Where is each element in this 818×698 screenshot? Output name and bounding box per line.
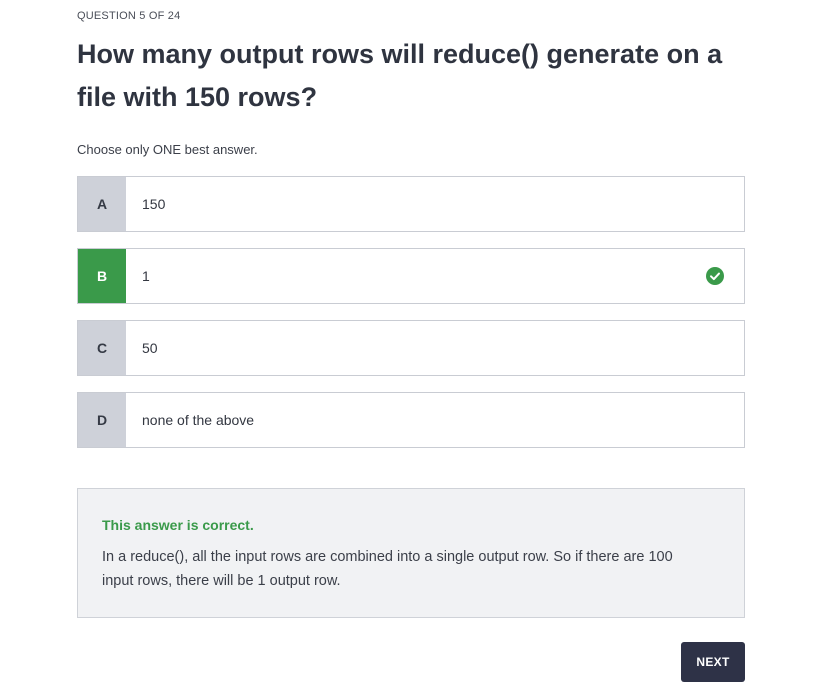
option-letter: B: [78, 249, 126, 303]
option-text: 1: [142, 268, 150, 284]
option-d[interactable]: D none of the above: [77, 392, 745, 448]
option-c[interactable]: C 50: [77, 320, 745, 376]
question-text: How many output rows will reduce() gener…: [77, 39, 723, 112]
option-text: 150: [142, 196, 166, 212]
option-letter: C: [78, 321, 126, 375]
option-b[interactable]: B 1: [77, 248, 745, 304]
answer-instruction: Choose only ONE best answer.: [77, 142, 258, 157]
answer-options: A 150 B 1 C 50 D none of the above: [77, 176, 745, 464]
option-text: none of the above: [142, 412, 255, 428]
option-a[interactable]: A 150: [77, 176, 745, 232]
feedback-explanation: In a reduce(), all the input rows are co…: [102, 549, 673, 589]
next-button[interactable]: NEXT: [681, 642, 745, 682]
option-letter: D: [78, 393, 126, 447]
check-circle-icon: [706, 267, 724, 285]
question-counter: QUESTION 5 OF 24: [77, 10, 181, 22]
option-letter: A: [78, 177, 126, 231]
answer-feedback-panel: This answer is correct. In a reduce(), a…: [77, 488, 745, 618]
feedback-result: This answer is correct.: [102, 517, 254, 533]
option-text: 50: [142, 340, 158, 356]
